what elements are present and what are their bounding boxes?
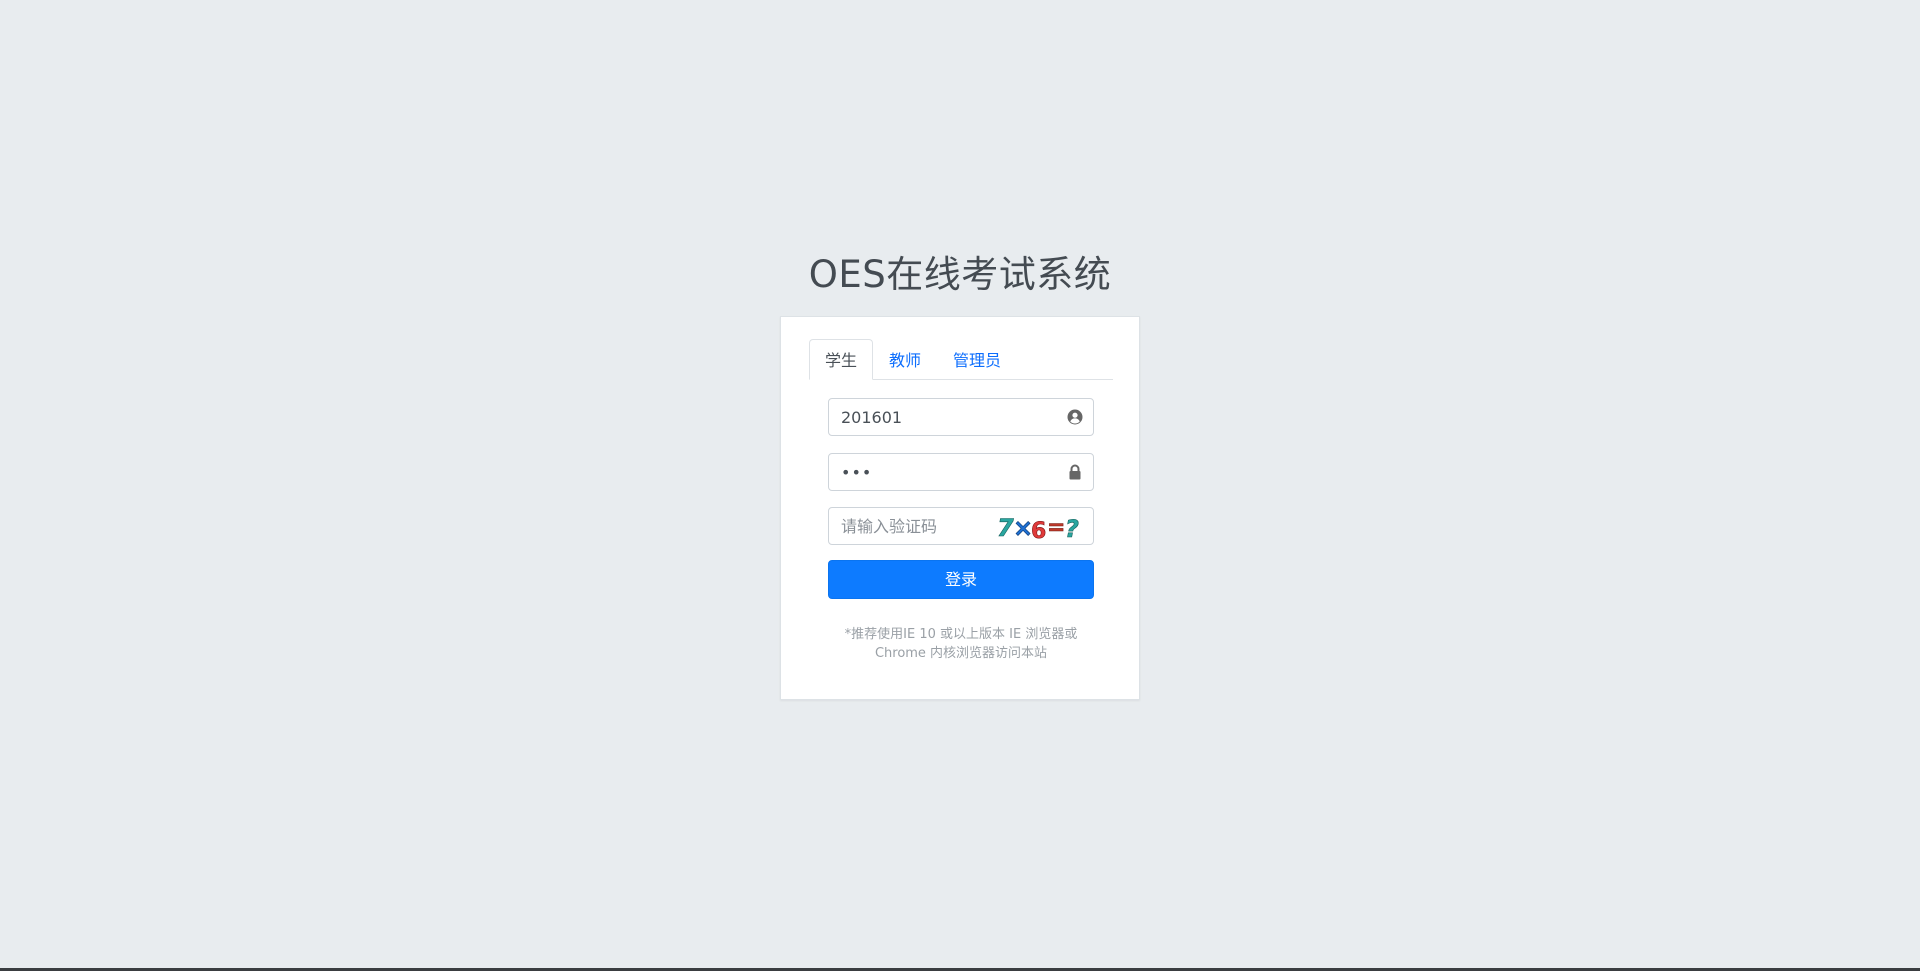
note-line-2: Chrome 内核浏览器访问本站 [874,646,1048,661]
svg-text:6: 6 [1031,519,1046,542]
lock-icon [1067,464,1083,480]
svg-text:?: ? [1065,515,1079,542]
tab-student[interactable]: 学生 [809,339,874,380]
captcha-field: 7 × 6 = ? [828,507,1094,545]
password-input[interactable] [829,454,1041,490]
tab-teacher[interactable]: 教师 [873,339,937,380]
login-card: 学生 教师 管理员 201601 ••• 请输入验证码 7 × 6 = ? 登录… [780,316,1140,700]
user-circle-icon [1067,409,1083,425]
browser-recommendation-note: *推荐使用IE 10 或以上版本 IE 浏览器或 Chrome 内核浏览器访问本… [821,625,1101,663]
captcha-image[interactable]: 7 × 6 = ? [995,512,1083,545]
svg-text:=: = [1047,515,1065,540]
svg-text:7: 7 [997,514,1014,542]
tab-admin[interactable]: 管理员 [937,339,1017,380]
page-title: OES在线考试系统 [808,253,1112,296]
role-tabs: 学生 教师 管理员 [809,337,1113,380]
password-field [828,453,1094,491]
login-button[interactable]: 登录 [828,560,1094,599]
username-input[interactable] [829,399,1041,435]
login-page: OES在线考试系统 学生 教师 管理员 201601 ••• 请输入验证码 7 … [0,0,1920,971]
note-line-1: *推荐使用IE 10 或以上版本 IE 浏览器或 [844,627,1078,642]
username-field [828,398,1094,436]
